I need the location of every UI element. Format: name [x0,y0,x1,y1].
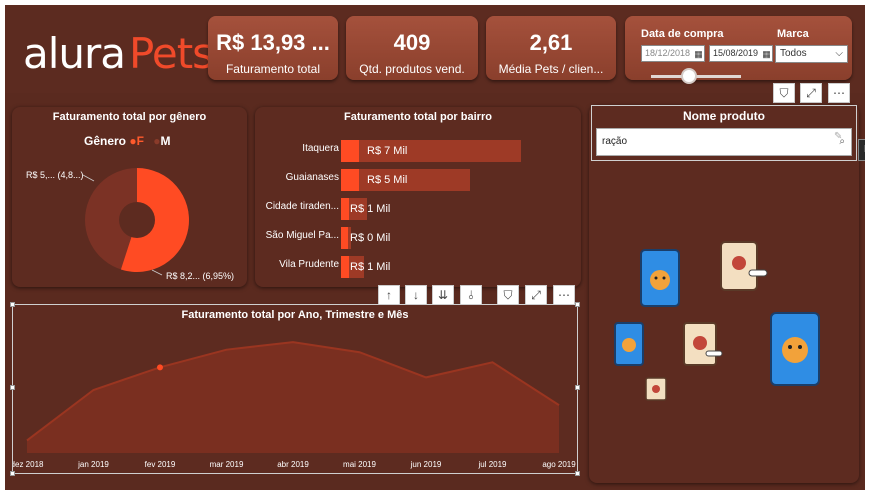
search-input-value: ração [602,136,628,147]
charts-panel: Faturamento total por gênero Gênero ●F ●… [5,98,585,490]
resize-handle[interactable] [10,385,15,390]
x-tick-label: mar 2019 [210,460,244,469]
donut-chart-svg: R$ 5,... (4,8...) R$ 8,2... (6,95%) [26,168,234,281]
eraser-icon[interactable]: ✎ [834,131,842,142]
x-tick-label: mai 2019 [343,460,376,469]
area-highlight-point[interactable] [157,364,163,371]
calendar-icon[interactable]: ▦ [761,45,773,62]
brand-select[interactable]: Todos ⌵ [775,45,848,63]
next-level-icon[interactable]: ⇊ [432,285,454,305]
filter-slicer: Data de compra Marca 18/12/2018 ▦ 15/08/… [625,16,852,84]
x-tick-label: jul 2019 [477,460,507,469]
more-options-icon[interactable]: ⋯ [553,285,575,305]
donut-label-bottom: R$ 8,2... (6,95%) [166,271,234,281]
x-tick-label: abr 2019 [277,460,309,469]
kpi-produtos-card[interactable]: 409 Qtd. produtos vend. [346,16,478,80]
header-bar: aluraPets R$ 13,93 ... Faturamento total… [5,5,865,93]
kpi-label: Faturamento total [225,62,321,76]
date-filter-label: Data de compra [641,28,724,40]
bar-value-label: R$ 5 Mil [367,174,408,186]
drill-down-icon[interactable]: ↓ [405,285,427,305]
donut-leader-line [151,269,163,276]
focus-mode-icon[interactable]: ⤢ [800,83,822,103]
bar-chart-visual[interactable]: Faturamento total por bairro Itaquera R$ … [255,107,581,287]
product-beige-bag-icon[interactable] [683,322,723,366]
bar-highlight-2 [341,198,349,220]
product-blue-bag-icon[interactable] [770,312,820,386]
date-range-handle[interactable] [681,68,697,84]
x-tick-label: jan 2019 [77,460,109,469]
kpi-label: Média Pets / clien... [498,62,604,76]
bar-value-label: R$ 0 Mil [350,232,391,244]
area-series[interactable] [27,342,559,453]
area-chart-svg: dez 2018 jan 2019 fev 2019 mar 2019 abr 2019… [13,341,576,469]
product-blue-bag-icon[interactable] [614,322,644,366]
expand-all-icon[interactable]: ⫰ [460,285,482,305]
focus-mode-icon[interactable]: ⤢ [525,285,547,305]
resize-handle[interactable] [10,471,15,476]
calendar-icon[interactable]: ▦ [693,45,705,62]
product-beige-bag-icon[interactable] [645,377,667,401]
resize-handle[interactable] [575,471,580,476]
x-tick-label: jun 2019 [410,460,442,469]
product-visual[interactable] [589,105,859,483]
kpi-label: Qtd. produtos vend. [359,62,465,76]
bar-category-label: Cidade tiraden... [265,201,339,212]
resize-handle[interactable] [10,302,15,307]
bar-highlight-0 [341,140,359,162]
more-options-icon[interactable]: ⋯ [828,83,850,103]
bar-category-label: São Miguel Pa... [265,230,339,241]
bar-highlight-4 [341,256,349,278]
bar-category-label: Itaquera [302,143,339,154]
bar-highlight-3 [341,227,348,249]
product-beige-bag-icon[interactable] [720,241,768,291]
x-tick-label: ago 2019 [542,460,576,469]
logo-text-alura: alura [23,29,126,78]
brand-select-value: Todos [780,48,807,59]
kpi-value: R$ 13,93 ... [216,30,330,55]
donut-chart-visual[interactable]: Faturamento total por gênero Gênero ●F ●… [12,107,247,287]
logo-text-pets: Pets [129,29,214,78]
donut-leader-line [82,174,95,182]
bar-chart-title: Faturamento total por bairro [344,111,492,123]
donut-hole [119,202,155,238]
product-search-title: Nome produto [683,109,765,123]
drill-up-icon[interactable]: ↑ [378,285,400,305]
kpi-value: 409 [393,30,431,55]
area-chart-visual[interactable]: Faturamento total por Ano, Trimestre e M… [10,302,580,476]
filter-icon[interactable]: ⛉ [773,83,795,103]
alura-pets-logo: aluraPets [23,29,214,78]
kpi-value: 2,61 [529,30,573,55]
filter-icon[interactable]: ⛉ [497,285,519,305]
product-search-input[interactable]: ração ⌕ [596,128,852,156]
resize-handle[interactable] [575,302,580,307]
kpi-media-card[interactable]: 2,61 Média Pets / clien... [486,16,616,80]
resize-handle[interactable] [575,385,580,390]
brand-filter-label: Marca [777,28,809,40]
bar-value-label: R$ 1 Mil [350,261,391,273]
bar-value-label: R$ 7 Mil [367,145,408,157]
donut-label-top: R$ 5,... (4,8...) [26,170,84,180]
dashboard-frame: aluraPets R$ 13,93 ... Faturamento total… [5,5,865,490]
bar-value-label: R$ 1 Mil [350,203,391,215]
tooltip-tab: N [858,139,865,161]
x-tick-label: dez 2018 [13,460,44,469]
chevron-down-icon: ⌵ [835,48,843,59]
product-images [614,241,820,401]
bar-category-label: Vila Prudente [279,259,339,270]
product-blue-bag-icon[interactable] [640,249,680,307]
bar-highlight-1 [341,169,359,191]
x-tick-label: fev 2019 [145,460,176,469]
kpi-faturamento-card[interactable]: R$ 13,93 ... Faturamento total [208,16,338,80]
product-search-slicer: Nome produto ração ⌕ [591,105,857,161]
bar-category-label: Guaianases [285,172,339,183]
